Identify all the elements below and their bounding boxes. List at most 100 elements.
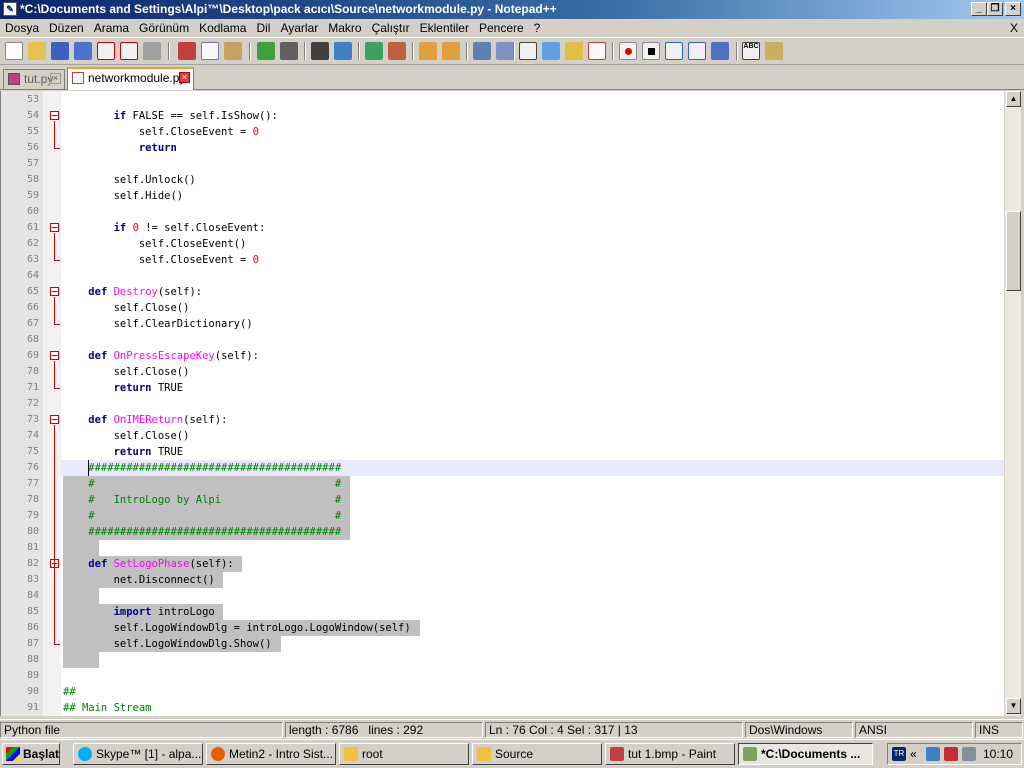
line-number: 83: [26, 574, 39, 585]
doc-map-icon[interactable]: [565, 42, 583, 60]
code-line: # #: [63, 510, 342, 522]
new-file-icon[interactable]: [5, 42, 23, 60]
play-macro-icon[interactable]: [665, 42, 683, 60]
line-number: 59: [26, 190, 39, 201]
fold-toggle-icon[interactable]: [50, 111, 59, 120]
code-line: self.Unlock(): [63, 174, 196, 186]
task-folder-source[interactable]: Source: [472, 743, 602, 765]
selection-highlight: [63, 540, 99, 556]
code-line: def Destroy(self):: [88, 286, 203, 298]
user-define-lang-icon[interactable]: [542, 42, 560, 60]
redo-icon[interactable]: [280, 42, 298, 60]
cut-icon[interactable]: [178, 42, 196, 60]
menu-kodlama[interactable]: Kodlama: [194, 19, 251, 37]
line-number: 76: [26, 462, 39, 473]
scroll-thumb[interactable]: [1006, 211, 1021, 291]
menu-gorunum[interactable]: Görünüm: [134, 19, 194, 37]
open-file-icon[interactable]: [28, 42, 46, 60]
code-editor[interactable]: 53 54 55 56 57 58 59 60 61 62 63 64 65 66 67 68 69 70 71 72…: [0, 91, 1004, 716]
maximize-button[interactable]: ❐: [987, 2, 1003, 16]
vertical-scrollbar[interactable]: ▲ ▼: [1004, 91, 1021, 716]
print-icon[interactable]: [143, 42, 161, 60]
fold-toggle-icon[interactable]: [50, 415, 59, 424]
tab-networkmodule-py[interactable]: networkmodule.py ×: [67, 67, 194, 90]
line-number: 70: [26, 366, 39, 377]
system-tray: TR « 10:10: [887, 743, 1022, 765]
stop-macro-icon[interactable]: [642, 42, 660, 60]
replace-icon[interactable]: [334, 42, 352, 60]
line-number: 60: [26, 206, 39, 217]
fold-margin[interactable]: [43, 91, 61, 716]
paste-icon[interactable]: [224, 42, 242, 60]
menu-duzen[interactable]: Düzen: [44, 19, 89, 37]
code-line: return TRUE: [113, 382, 184, 394]
zoom-in-icon[interactable]: [365, 42, 383, 60]
code-line: return: [138, 142, 177, 154]
close-all-icon[interactable]: [120, 42, 138, 60]
code-line: self.Close(): [63, 302, 190, 314]
task-paint[interactable]: tut 1.bmp - Paint: [605, 743, 735, 765]
fold-toggle-icon[interactable]: [50, 223, 59, 232]
task-notepadpp[interactable]: *C:\Documents ...: [738, 743, 873, 765]
language-indicator[interactable]: TR: [892, 747, 906, 761]
close-file-icon[interactable]: [97, 42, 115, 60]
indent-guide-icon[interactable]: [519, 42, 537, 60]
line-number: 86: [26, 622, 39, 633]
spellcheck-icon[interactable]: ABC: [742, 42, 760, 60]
menu-calistir[interactable]: Çalıştır: [367, 19, 415, 37]
network-icon[interactable]: [926, 747, 940, 761]
save-all-icon[interactable]: [74, 42, 92, 60]
status-position: Ln : 76 Col : 4 Sel : 317 | 13: [485, 722, 743, 738]
start-button[interactable]: Başlat: [2, 743, 60, 765]
line-number: 55: [26, 126, 39, 137]
sync-horizontal-icon[interactable]: [442, 42, 460, 60]
line-number: 84: [26, 590, 39, 601]
security-shield-icon[interactable]: [944, 747, 958, 761]
menu-pencere[interactable]: Pencere: [474, 19, 529, 37]
scroll-down-icon[interactable]: ▼: [1006, 698, 1021, 714]
close-button[interactable]: ×: [1005, 2, 1021, 16]
tab-close-icon[interactable]: ×: [50, 73, 61, 84]
fold-toggle-icon[interactable]: [50, 351, 59, 360]
fold-end: [54, 644, 60, 645]
tab-close-icon[interactable]: ×: [179, 72, 190, 83]
task-firefox[interactable]: Metin2 - Intro Sist...: [206, 743, 336, 765]
plugin-icon[interactable]: [765, 42, 783, 60]
function-list-icon[interactable]: [588, 42, 606, 60]
code-line: self.LogoWindowDlg = introLogo.LogoWindo…: [63, 622, 411, 634]
close-document-button[interactable]: X: [1010, 21, 1018, 35]
menu-arama[interactable]: Arama: [89, 19, 134, 37]
code-line: def SetLogoPhase(self):: [88, 558, 234, 570]
code-line: self.LogoWindowDlg.Show(): [63, 638, 272, 650]
find-icon[interactable]: [311, 42, 329, 60]
taskbar: Başlat Skype™ [1] - alpa... Metin2 - Int…: [0, 739, 1024, 768]
menu-help[interactable]: ?: [529, 19, 546, 37]
skype-icon: [78, 747, 92, 761]
tray-expand-icon[interactable]: «: [910, 747, 917, 761]
task-skype[interactable]: Skype™ [1] - alpa...: [73, 743, 203, 765]
show-all-chars-icon[interactable]: [496, 42, 514, 60]
record-macro-icon[interactable]: [619, 42, 637, 60]
zoom-out-icon[interactable]: [388, 42, 406, 60]
minimize-button[interactable]: _: [971, 2, 987, 16]
status-eol: Dos\Windows: [745, 722, 853, 738]
menu-eklentiler[interactable]: Eklentiler: [415, 19, 474, 37]
save-icon[interactable]: [51, 42, 69, 60]
save-macro-icon[interactable]: [711, 42, 729, 60]
task-folder-root[interactable]: root: [339, 743, 469, 765]
volume-icon[interactable]: [962, 747, 976, 761]
line-number: 77: [26, 478, 39, 489]
word-wrap-icon[interactable]: [473, 42, 491, 60]
scroll-up-icon[interactable]: ▲: [1006, 91, 1021, 107]
run-macro-multiple-icon[interactable]: [688, 42, 706, 60]
menu-ayarlar[interactable]: Ayarlar: [275, 19, 323, 37]
menu-dosya[interactable]: Dosya: [0, 19, 44, 37]
copy-icon[interactable]: [201, 42, 219, 60]
menu-makro[interactable]: Makro: [323, 19, 366, 37]
sync-vertical-icon[interactable]: [419, 42, 437, 60]
menu-dil[interactable]: Dil: [251, 19, 275, 37]
undo-icon[interactable]: [257, 42, 275, 60]
fold-toggle-icon[interactable]: [50, 287, 59, 296]
line-number: 87: [26, 638, 39, 649]
tab-tut-py[interactable]: tut.py ×: [3, 69, 65, 89]
